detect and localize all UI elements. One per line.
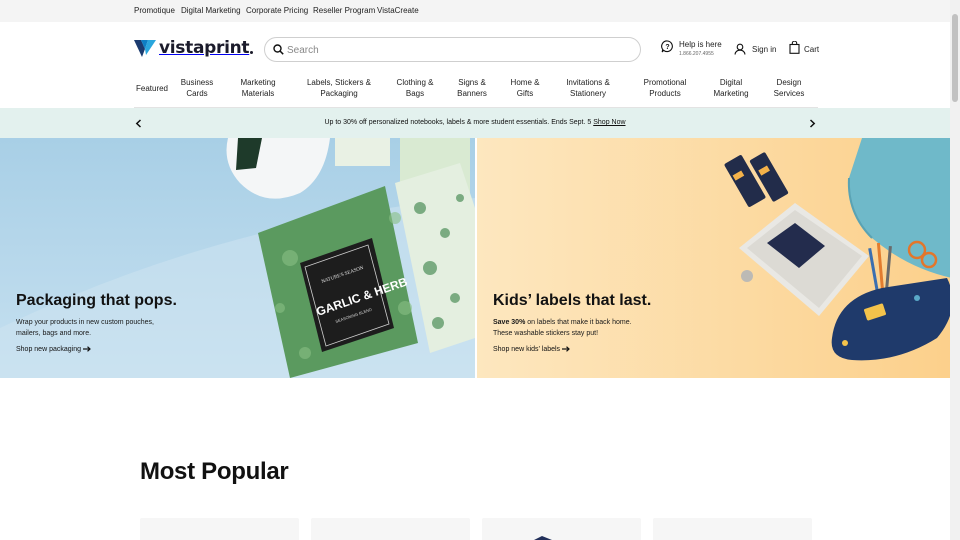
help-contact[interactable]: ? Help is here 1.866.207.4955 <box>661 40 722 57</box>
utility-link-digital-marketing[interactable]: Digital Marketing <box>181 6 241 15</box>
nav-marketing-materials[interactable]: Marketing Materials <box>240 78 275 99</box>
promo-shop-now-link[interactable]: Shop Now <box>593 119 625 126</box>
product-card[interactable] <box>140 518 299 540</box>
nav-business-cards[interactable]: Business Cards <box>181 78 213 99</box>
hero-kids-labels[interactable]: Kids’ labels that last. Save 30% on labe… <box>477 138 952 378</box>
most-popular-heading: Most Popular <box>140 458 289 485</box>
site-header: vistaprint ? Help is here 1.866.207.4955… <box>0 22 950 108</box>
search-bar[interactable] <box>264 37 641 62</box>
promo-message: Up to 30% off personalized notebooks, la… <box>324 119 626 126</box>
shopping-bag-icon <box>789 41 800 54</box>
scrollbar-thumb[interactable] <box>952 14 958 102</box>
svg-text:?: ? <box>665 44 669 51</box>
logo-wordmark: vistaprint <box>159 38 250 58</box>
search-icon[interactable] <box>273 44 284 55</box>
nav-promotional-products[interactable]: Promotional Products <box>644 78 687 99</box>
promo-banner: Up to 30% off personalized notebooks, la… <box>0 108 950 138</box>
sign-in-link[interactable]: Sign in <box>734 43 776 55</box>
hero-packaging-title: Packaging that pops. <box>16 292 177 309</box>
hero-kids-labels-cta[interactable]: Shop new kids’ labels <box>493 346 570 353</box>
product-card[interactable] <box>311 518 470 540</box>
hero-packaging[interactable]: NATURE'S SEASON GARLIC & HERB SEASONING … <box>0 138 475 378</box>
packaging-product-image: NATURE'S SEASON GARLIC & HERB SEASONING … <box>0 138 475 378</box>
product-card[interactable] <box>653 518 812 540</box>
kids-labels-product-image <box>724 138 952 361</box>
utility-link-corporate-pricing[interactable]: Corporate Pricing <box>246 6 308 15</box>
nav-design-services[interactable]: Design Services <box>774 78 805 99</box>
hero-packaging-body: Wrap your products in new custom pouches… <box>16 319 154 337</box>
nav-signs-banners[interactable]: Signs & Banners <box>457 78 487 99</box>
arrow-right-icon <box>82 346 91 352</box>
chevron-right-icon[interactable] <box>809 119 816 128</box>
utility-link-promotique[interactable]: Promotique <box>134 6 175 15</box>
nav-digital-marketing[interactable]: Digital Marketing <box>713 78 748 99</box>
nav-home-gifts[interactable]: Home & Gifts <box>511 78 540 99</box>
user-icon <box>734 43 746 55</box>
arrow-right-icon <box>562 346 570 352</box>
vistaprint-logo[interactable]: vistaprint <box>134 38 254 58</box>
nav-labels-stickers-packaging[interactable]: Labels, Stickers & Packaging <box>307 78 371 99</box>
hero-packaging-cta[interactable]: Shop new packaging <box>16 346 91 353</box>
sign-in-label: Sign in <box>752 44 777 54</box>
nav-clothing-bags[interactable]: Clothing & Bags <box>397 78 434 99</box>
cart-link[interactable]: Cart <box>789 41 819 54</box>
product-card-image <box>534 536 552 540</box>
vistaprint-v-logo-icon <box>134 39 156 57</box>
cart-label: Cart <box>804 45 820 54</box>
chat-help-icon: ? <box>661 40 673 53</box>
search-input[interactable] <box>287 41 627 59</box>
nav-invitations-stationery[interactable]: Invitations & Stationery <box>566 78 610 99</box>
product-card[interactable] <box>482 518 641 540</box>
hero-kids-labels-title: Kids’ labels that last. <box>493 292 652 309</box>
utility-link-vistacreate[interactable]: VistaCreate <box>377 6 419 15</box>
nav-featured[interactable]: Featured <box>136 84 168 95</box>
logo-dot <box>250 51 254 54</box>
help-title: Help is here <box>679 40 722 49</box>
category-nav: Featured Business Cards Marketing Material… <box>134 78 818 104</box>
utility-link-reseller-program[interactable]: Reseller Program <box>313 6 375 15</box>
hero-kids-labels-body: Save 30% on labels that make it back hom… <box>493 319 632 337</box>
utility-bar: Promotique Digital Marketing Corporate P… <box>0 0 950 22</box>
help-phone[interactable]: 1.866.207.4955 <box>679 51 722 57</box>
